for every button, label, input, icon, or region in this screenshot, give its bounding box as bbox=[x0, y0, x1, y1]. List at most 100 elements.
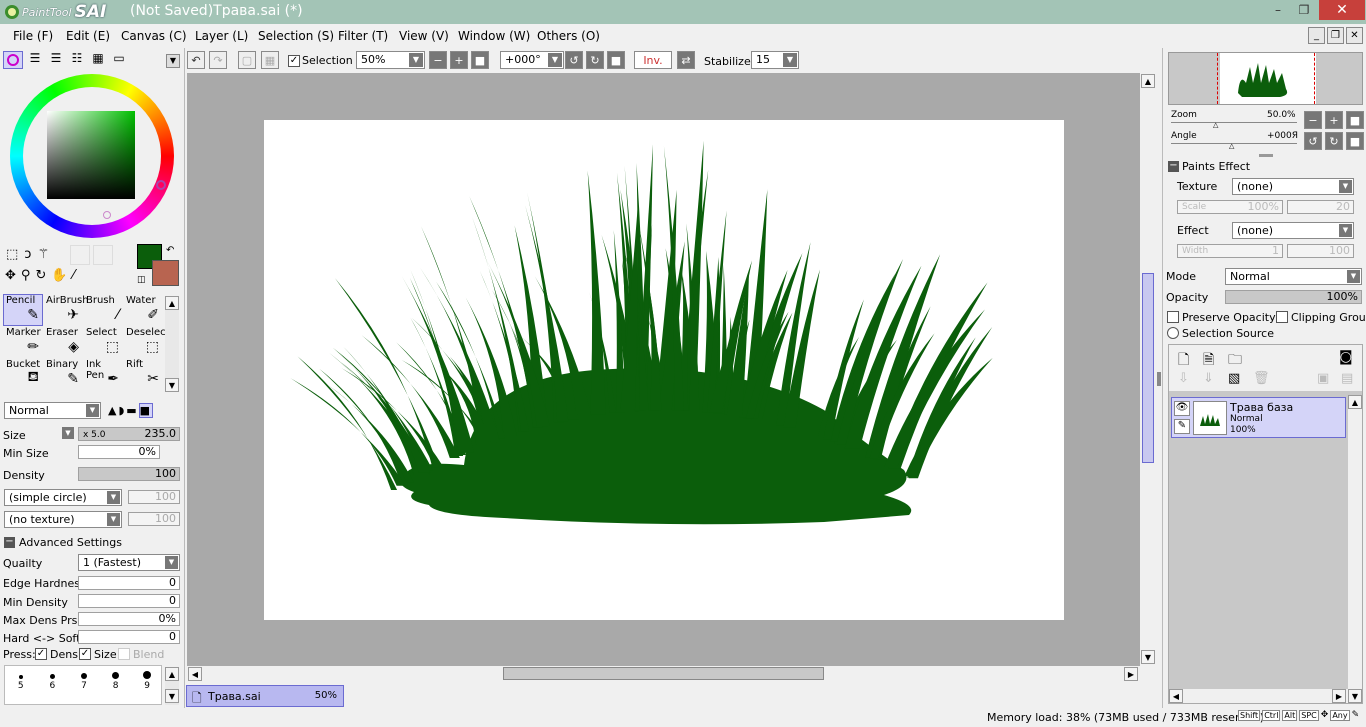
magic-wand-icon[interactable]: ⚚ bbox=[37, 247, 55, 262]
collapse-icon[interactable]: − bbox=[1168, 161, 1179, 172]
tool-eraser[interactable]: Eraser ◈ bbox=[43, 326, 83, 358]
shape-flat-icon[interactable]: ▬ bbox=[126, 404, 138, 417]
tool-rift[interactable]: Rift ✂ bbox=[123, 358, 163, 390]
size-preset[interactable]: 8 bbox=[101, 669, 131, 706]
deselect-button[interactable]: ▢ bbox=[238, 51, 256, 69]
zoom-in-button[interactable]: + bbox=[450, 51, 468, 69]
mdi-minimize-button[interactable]: _ bbox=[1308, 27, 1325, 44]
mask-icon[interactable]: ◙ bbox=[1339, 349, 1353, 365]
mdi-close-button[interactable]: ✕ bbox=[1346, 27, 1363, 44]
shape-square-icon[interactable]: ■ bbox=[138, 403, 154, 418]
shape-strength-field[interactable]: 100 bbox=[128, 490, 180, 504]
scroll-up-icon[interactable]: ▲ bbox=[1348, 395, 1362, 409]
clear-layer-icon[interactable]: ▧ bbox=[1228, 371, 1240, 386]
effect-select[interactable]: (none) ▼ bbox=[1232, 222, 1354, 239]
tool-binary[interactable]: Binary ✎ bbox=[43, 358, 83, 390]
tool-marker[interactable]: Marker ✏ bbox=[3, 326, 43, 358]
scroll-down-icon[interactable]: ▼ bbox=[1348, 689, 1362, 703]
shape-sharp-icon[interactable]: ▲ bbox=[108, 404, 118, 417]
close-button[interactable]: ✕ bbox=[1319, 0, 1365, 20]
brush-shape-select[interactable]: (simple circle) ▼ bbox=[4, 489, 122, 506]
flip-button[interactable]: ⇄ bbox=[677, 51, 695, 69]
scale-field[interactable]: Scale 100% bbox=[1177, 200, 1283, 214]
scroll-down-icon[interactable]: ▼ bbox=[165, 689, 179, 703]
selection-checkbox[interactable]: ✓ bbox=[288, 55, 300, 67]
preset-scrollbar[interactable]: ▲ ▼ bbox=[165, 667, 179, 705]
scroll-left-icon[interactable]: ◀ bbox=[1169, 689, 1183, 703]
nav-angle-handle[interactable]: △ bbox=[1229, 142, 1234, 150]
panel-grip[interactable] bbox=[1259, 154, 1273, 157]
file-tab[interactable]: 🗋 Трава.sai 50% bbox=[186, 685, 344, 707]
scroll-up-icon[interactable]: ▲ bbox=[1141, 74, 1155, 88]
menu-canvas[interactable]: Canvas (C) bbox=[121, 29, 187, 43]
selection-source-radio[interactable] bbox=[1167, 327, 1179, 339]
angle-select[interactable]: +000° ▼ bbox=[500, 51, 564, 69]
press-dens-checkbox[interactable]: ✓ bbox=[35, 648, 47, 660]
tool-pencil[interactable]: Pencil ✎ bbox=[3, 294, 43, 326]
edge-hardness-field[interactable]: 0 bbox=[78, 576, 180, 590]
min-size-slider[interactable]: 0% bbox=[78, 445, 160, 459]
eye-icon[interactable]: 👁 bbox=[1174, 401, 1190, 416]
menu-filter[interactable]: Filter (T) bbox=[338, 29, 388, 43]
new-layer-icon[interactable]: 🗋 bbox=[1178, 349, 1189, 373]
undo-button[interactable]: ↶ bbox=[187, 51, 205, 69]
scroll-down-icon[interactable]: ▼ bbox=[1141, 650, 1155, 664]
layer-mode-select[interactable]: Normal ▼ bbox=[1225, 268, 1362, 285]
menu-view[interactable]: View (V) bbox=[399, 29, 449, 43]
collapse-icon[interactable]: − bbox=[4, 537, 15, 548]
palette-tab[interactable]: ▦ bbox=[89, 51, 107, 69]
panel-splitter[interactable] bbox=[1157, 372, 1161, 386]
size-slider[interactable]: x 5.0 235.0 bbox=[78, 427, 180, 441]
quality-select[interactable]: 1 (Fastest) ▼ bbox=[78, 554, 180, 571]
panel-menu-button[interactable]: ▼ bbox=[166, 54, 180, 68]
new-linework-layer-icon[interactable]: 🗎 bbox=[1203, 349, 1214, 373]
nav-zoom-handle[interactable]: △ bbox=[1213, 121, 1218, 129]
nav-rotate-reset-button[interactable]: ■ bbox=[1346, 132, 1364, 150]
invert-selection-button[interactable]: ▦ bbox=[261, 51, 279, 69]
new-folder-icon[interactable]: 🗀 bbox=[1228, 349, 1242, 373]
lasso-icon[interactable]: ↄ bbox=[24, 247, 37, 262]
size-preset[interactable]: 6 bbox=[37, 669, 67, 706]
scroll-right-icon[interactable]: ▶ bbox=[1332, 689, 1346, 703]
hard-soft-field[interactable]: 0 bbox=[78, 630, 180, 644]
tool-grid-scrollbar[interactable]: ▲ ▼ bbox=[165, 296, 179, 392]
tool-airbrush[interactable]: AirBrush ✈ bbox=[43, 294, 89, 326]
brush-mode-select[interactable]: Normal ▼ bbox=[4, 402, 101, 419]
scale-strength-field[interactable]: 20 bbox=[1287, 200, 1354, 214]
menu-window[interactable]: Window (W) bbox=[458, 29, 530, 43]
nav-zoom-in-button[interactable]: + bbox=[1325, 111, 1343, 129]
scroll-up-icon[interactable]: ▲ bbox=[165, 667, 179, 681]
delete-layer-icon[interactable]: 🗑 bbox=[1253, 371, 1270, 386]
secondary-color-swatch[interactable] bbox=[152, 260, 179, 286]
swap-colors-icon[interactable]: ↶ bbox=[166, 245, 174, 256]
nav-rotate-right-button[interactable]: ↻ bbox=[1325, 132, 1343, 150]
rgb-slider-tab[interactable]: ☰ bbox=[26, 51, 44, 69]
eyedropper-icon[interactable]: ⁄ bbox=[73, 268, 80, 283]
menu-others[interactable]: Others (O) bbox=[537, 29, 600, 43]
texture-strength-field[interactable]: 100 bbox=[128, 512, 180, 526]
redo-button[interactable]: ↷ bbox=[209, 51, 227, 69]
mdi-restore-button[interactable]: ❐ bbox=[1327, 27, 1344, 44]
layer-scrollbar[interactable]: ▲ ▼ bbox=[1348, 395, 1362, 703]
stabilizer-select[interactable]: 15 ▼ bbox=[751, 51, 799, 69]
rect-select-icon[interactable]: ⬚ bbox=[6, 247, 24, 262]
menu-edit[interactable]: Edit (E) bbox=[66, 29, 110, 43]
size-mult-dropdown[interactable]: ▼ bbox=[62, 427, 74, 439]
nav-zoom-slider[interactable] bbox=[1171, 122, 1297, 123]
tool-deselect[interactable]: Deselect ⬚ bbox=[123, 326, 170, 358]
width-field[interactable]: Width 1 bbox=[1177, 244, 1283, 258]
texture-select[interactable]: (none) ▼ bbox=[1232, 178, 1354, 195]
max-dens-field[interactable]: 0% bbox=[78, 612, 180, 626]
density-slider[interactable]: 100 bbox=[78, 467, 180, 481]
press-size-checkbox[interactable]: ✓ bbox=[79, 648, 91, 660]
size-preset[interactable]: 7 bbox=[69, 669, 99, 706]
horizontal-scrollbar[interactable]: ◀ ▶ bbox=[187, 666, 1140, 682]
opacity-slider[interactable]: 100% bbox=[1225, 290, 1362, 304]
menu-layer[interactable]: Layer (L) bbox=[195, 29, 248, 43]
clipping-group-checkbox[interactable] bbox=[1276, 311, 1288, 323]
vertical-scroll-thumb[interactable] bbox=[1142, 273, 1154, 463]
transparent-color-icon[interactable]: ◫ bbox=[137, 275, 146, 285]
hand-icon[interactable]: ✋ bbox=[51, 268, 72, 283]
size-preset[interactable]: 5 bbox=[6, 669, 36, 706]
tool-ink-pen[interactable]: Ink Pen ✒ bbox=[83, 358, 123, 390]
